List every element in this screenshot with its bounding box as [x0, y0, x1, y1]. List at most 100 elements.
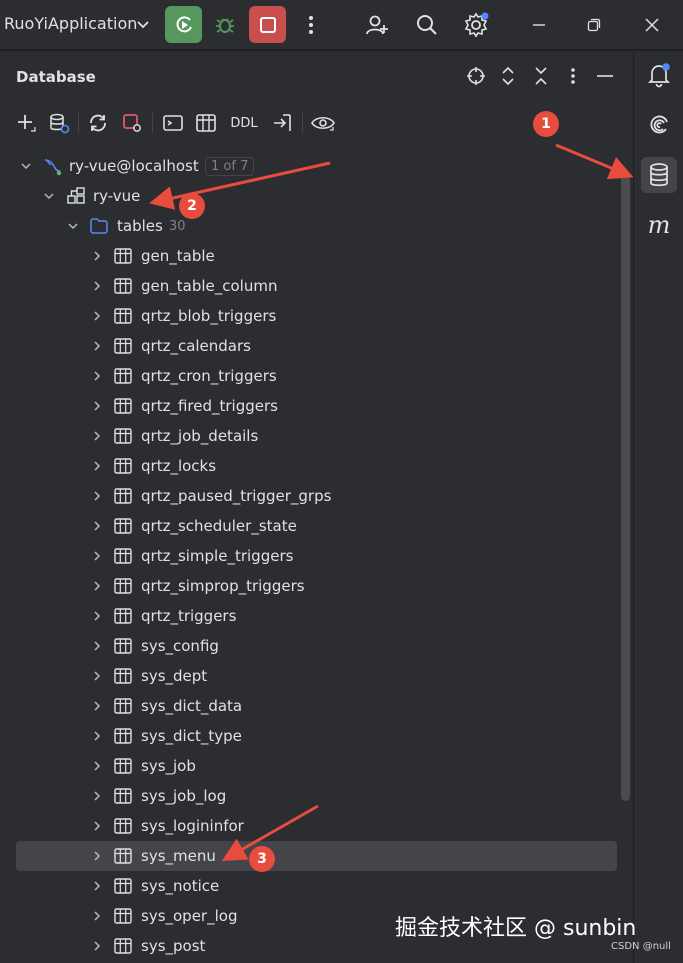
expand-all-button[interactable] — [495, 63, 521, 89]
hide-panel-button[interactable] — [592, 63, 618, 89]
ddl-button[interactable]: DDL — [229, 111, 259, 135]
jump-to-source-button[interactable] — [271, 111, 295, 135]
table-row[interactable]: qrtz_simple_triggers — [0, 541, 620, 571]
table-row[interactable]: qrtz_locks — [0, 451, 620, 481]
table-row[interactable]: sys_dict_data — [0, 691, 620, 721]
table-icon — [113, 486, 133, 506]
settings-icon — [464, 12, 489, 38]
chevron-right-icon[interactable] — [91, 550, 103, 562]
chevron-right-icon[interactable] — [91, 520, 103, 532]
chevron-right-icon[interactable] — [91, 790, 103, 802]
tree-row-connection[interactable]: ry-vue@localhost 1 of 7 — [0, 151, 620, 181]
chevron-right-icon[interactable] — [91, 670, 103, 682]
restore-button[interactable] — [579, 10, 609, 40]
table-row[interactable]: sys_logininfor — [0, 811, 620, 841]
more-button[interactable] — [296, 10, 326, 40]
chevron-right-icon[interactable] — [91, 760, 103, 772]
run-button[interactable] — [165, 6, 202, 43]
refresh-button[interactable] — [86, 111, 110, 135]
table-row[interactable]: qrtz_triggers — [0, 601, 620, 631]
chevron-down-icon[interactable] — [136, 16, 150, 35]
database-tool-button[interactable] — [641, 157, 677, 193]
table-row[interactable]: qrtz_paused_trigger_grps — [0, 481, 620, 511]
table-icon — [113, 606, 133, 626]
table-row[interactable]: sys_config — [0, 631, 620, 661]
table-row[interactable]: sys_job_log — [0, 781, 620, 811]
table-icon — [113, 336, 133, 356]
table-row[interactable]: qrtz_job_details — [0, 421, 620, 451]
stop-button[interactable] — [249, 6, 286, 43]
chevron-right-icon[interactable] — [91, 640, 103, 652]
data-source-properties-button[interactable] — [47, 111, 71, 135]
table-row[interactable]: gen_table_column — [0, 271, 620, 301]
add-button[interactable] — [14, 111, 38, 135]
table-name: sys_config — [141, 637, 219, 655]
debug-button[interactable] — [206, 6, 243, 43]
table-row[interactable]: qrtz_blob_triggers — [0, 301, 620, 331]
table-row[interactable]: sys_notice — [0, 871, 620, 901]
chevron-right-icon[interactable] — [91, 460, 103, 472]
maven-button[interactable]: m — [641, 207, 677, 243]
chevron-right-icon[interactable] — [91, 850, 103, 862]
locate-button[interactable] — [463, 63, 489, 89]
table-name: qrtz_cron_triggers — [141, 367, 277, 385]
panel-more-button[interactable] — [560, 63, 586, 89]
collapse-all-button[interactable] — [528, 63, 554, 89]
table-name: qrtz_locks — [141, 457, 217, 475]
minimize-button[interactable] — [524, 10, 554, 40]
schema-icon — [66, 186, 86, 206]
view-options-button[interactable] — [311, 111, 335, 135]
table-row[interactable]: sys_job — [0, 751, 620, 781]
chevron-right-icon[interactable] — [91, 880, 103, 892]
tree-row-schema[interactable]: ry-vue — [0, 181, 620, 211]
table-row[interactable]: qrtz_fired_triggers — [0, 391, 620, 421]
chevron-down-icon[interactable] — [20, 160, 32, 172]
table-row[interactable]: qrtz_calendars — [0, 331, 620, 361]
chevron-right-icon[interactable] — [91, 940, 103, 952]
chevron-right-icon[interactable] — [91, 400, 103, 412]
notifications-button[interactable] — [641, 57, 677, 93]
run-configuration-name[interactable]: RuoYiApplication — [4, 14, 137, 33]
table-editor-button[interactable] — [194, 111, 218, 135]
chevron-right-icon[interactable] — [91, 730, 103, 742]
disconnect-button[interactable] — [120, 111, 144, 135]
chevron-right-icon[interactable] — [91, 610, 103, 622]
table-icon — [113, 456, 133, 476]
hide-icon — [597, 75, 613, 77]
table-row[interactable]: sys_menu — [16, 841, 617, 871]
table-row[interactable]: qrtz_simprop_triggers — [0, 571, 620, 601]
table-row[interactable]: gen_table — [0, 241, 620, 271]
tree-row-tables-folder[interactable]: tables 30 — [0, 211, 620, 241]
chevron-right-icon[interactable] — [91, 340, 103, 352]
table-name: sys_menu — [141, 847, 216, 865]
annotation-marker-1: 1 — [533, 111, 559, 137]
settings-button[interactable] — [461, 10, 491, 40]
add-user-button[interactable] — [362, 10, 392, 40]
table-row[interactable]: qrtz_cron_triggers — [0, 361, 620, 391]
chevron-right-icon[interactable] — [91, 700, 103, 712]
chevron-right-icon[interactable] — [91, 490, 103, 502]
chevron-right-icon[interactable] — [91, 580, 103, 592]
table-row[interactable]: qrtz_scheduler_state — [0, 511, 620, 541]
chevron-down-icon[interactable] — [43, 190, 55, 202]
chevron-right-icon[interactable] — [91, 370, 103, 382]
chevron-right-icon[interactable] — [91, 820, 103, 832]
chevron-right-icon[interactable] — [91, 250, 103, 262]
table-icon — [113, 936, 133, 956]
table-icon — [113, 546, 133, 566]
table-icon — [113, 426, 133, 446]
table-row[interactable]: sys_dept — [0, 661, 620, 691]
chevron-right-icon[interactable] — [91, 310, 103, 322]
tree-scrollbar[interactable] — [621, 171, 630, 801]
chevron-right-icon[interactable] — [91, 430, 103, 442]
search-button[interactable] — [412, 10, 442, 40]
chevron-right-icon[interactable] — [91, 910, 103, 922]
connection-label: ry-vue@localhost — [69, 157, 199, 175]
console-button[interactable] — [161, 111, 185, 135]
annotation-marker-3: 3 — [249, 846, 275, 872]
chevron-down-icon[interactable] — [67, 220, 79, 232]
ai-assistant-button[interactable] — [641, 107, 677, 143]
chevron-right-icon[interactable] — [91, 280, 103, 292]
table-row[interactable]: sys_dict_type — [0, 721, 620, 751]
close-button[interactable] — [637, 10, 667, 40]
